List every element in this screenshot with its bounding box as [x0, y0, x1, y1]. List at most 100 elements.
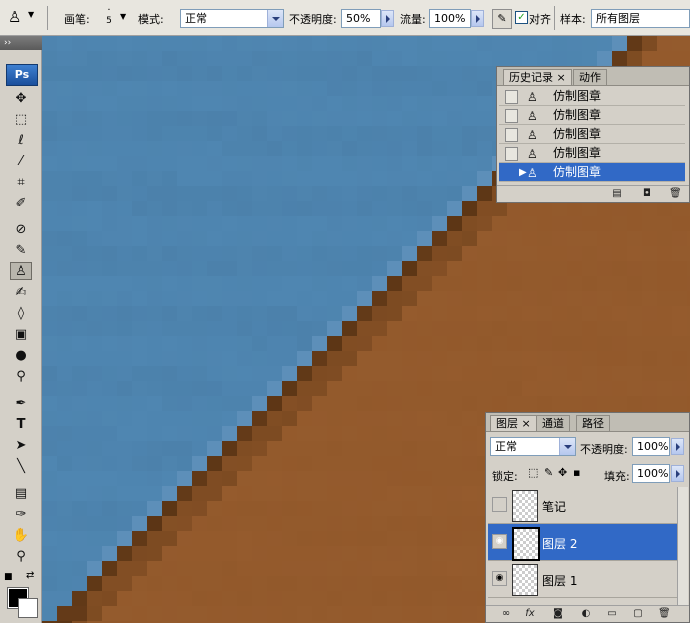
- eye-icon[interactable]: ◉: [492, 534, 507, 549]
- flow-slider-button[interactable]: [471, 10, 484, 27]
- trash-icon[interactable]: 🗑: [669, 188, 682, 199]
- brush-label: 画笔:: [64, 13, 90, 26]
- clone-stamp-icon: ♙: [527, 166, 538, 180]
- close-icon[interactable]: ×: [557, 71, 566, 84]
- magic-wand-tool-icon[interactable]: ⁄: [10, 153, 32, 171]
- layer-opacity-slider-button[interactable]: [671, 438, 684, 455]
- layers-scrollbar[interactable]: [677, 487, 688, 605]
- create-snapshot-icon[interactable]: ◘: [641, 188, 653, 199]
- lock-pixels-icon[interactable]: ✎: [544, 466, 553, 479]
- history-item-label: 仿制图章: [553, 146, 602, 160]
- mode-select[interactable]: 正常: [180, 9, 284, 28]
- brush-tool-icon[interactable]: ✎: [10, 242, 32, 260]
- marquee-tool-icon[interactable]: ⬚: [10, 111, 32, 129]
- blend-mode-select[interactable]: 正常: [490, 437, 576, 456]
- brush-dot-icon: ·: [107, 5, 111, 16]
- tab-history[interactable]: 历史记录 ×: [503, 69, 572, 85]
- mode-dropdown-icon[interactable]: [267, 10, 283, 27]
- eyedropper-tool-icon[interactable]: ✑: [10, 506, 32, 524]
- flow-input[interactable]: 100%: [429, 9, 471, 28]
- layer-row-selected[interactable]: ◉ 图层 2: [488, 524, 677, 561]
- zoom-tool-icon[interactable]: ⚲: [10, 548, 32, 566]
- adjustment-layer-icon[interactable]: ◐: [580, 608, 592, 619]
- preset-dropdown-arrow[interactable]: ▼: [28, 10, 34, 19]
- trash-icon[interactable]: 🗑: [658, 608, 671, 619]
- history-item[interactable]: ♙ 仿制图章: [499, 144, 685, 163]
- notes-tool-icon[interactable]: ▤: [10, 485, 32, 503]
- link-layers-icon[interactable]: ∞: [500, 608, 512, 619]
- slice-tool-icon[interactable]: ✐: [10, 195, 32, 213]
- new-layer-icon[interactable]: ▢: [632, 608, 644, 619]
- layers-panel: 图层 × 通道 路径 正常 不透明度: 100% 锁定: ⬚ ✎ ✥ ▪ 填充:…: [485, 412, 690, 623]
- layer-visibility-toggle[interactable]: [492, 497, 507, 512]
- history-item[interactable]: ♙ 仿制图章: [499, 87, 685, 106]
- clone-stamp-preset-icon[interactable]: ♙: [8, 8, 21, 26]
- history-item-selected[interactable]: ▶ ♙ 仿制图章: [499, 163, 685, 182]
- layer-row[interactable]: ◉ 图层 1: [488, 561, 677, 598]
- flow-label: 流量:: [400, 13, 426, 26]
- default-colors-icon[interactable]: ■: [4, 572, 13, 582]
- fill-slider-button[interactable]: [671, 465, 684, 482]
- brush-picker[interactable]: · 5: [100, 6, 118, 30]
- toolbox-grip[interactable]: ››: [0, 36, 42, 50]
- brush-size: 5: [106, 16, 112, 26]
- history-source-checkbox[interactable]: [505, 90, 518, 104]
- lock-all-icon[interactable]: ▪: [573, 466, 580, 479]
- add-mask-icon[interactable]: ◙: [552, 608, 564, 619]
- type-tool-icon[interactable]: T: [10, 416, 32, 434]
- history-source-checkbox[interactable]: [505, 109, 518, 123]
- layer-opacity-value: 100%: [637, 440, 669, 453]
- blur-tool-icon[interactable]: ●: [10, 347, 32, 365]
- blend-mode-value: 正常: [495, 440, 517, 453]
- history-brush-tool-icon[interactable]: ✍: [10, 284, 32, 302]
- layer-row[interactable]: 笔记: [488, 487, 677, 524]
- move-tool-icon[interactable]: ✥: [10, 90, 32, 108]
- tab-paths[interactable]: 路径: [576, 415, 610, 431]
- history-panel-tabs: 历史记录 × 动作: [497, 67, 689, 86]
- opacity-slider-button[interactable]: [381, 10, 394, 27]
- eye-icon[interactable]: ◉: [492, 571, 507, 586]
- aligned-checkbox[interactable]: ✓: [515, 11, 528, 24]
- history-item[interactable]: ♙ 仿制图章: [499, 125, 685, 144]
- clone-stamp-tool-icon[interactable]: ♙: [10, 262, 32, 280]
- healing-brush-tool-icon[interactable]: ⊘: [10, 221, 32, 239]
- path-selection-tool-icon[interactable]: ➤: [10, 437, 32, 455]
- fill-input[interactable]: 100%: [632, 464, 670, 483]
- blend-mode-dropdown-icon[interactable]: [559, 438, 575, 455]
- new-group-icon[interactable]: ▭: [606, 608, 618, 619]
- history-source-checkbox[interactable]: [505, 147, 518, 161]
- fill-value: 100%: [637, 467, 669, 480]
- layer-style-icon[interactable]: fx: [524, 608, 536, 619]
- swap-colors-icon[interactable]: ⇄: [26, 570, 34, 581]
- clone-stamp-icon: ♙: [527, 147, 538, 161]
- pen-tool-icon[interactable]: ✒: [10, 395, 32, 413]
- background-color-swatch[interactable]: [18, 598, 38, 618]
- dodge-tool-icon[interactable]: ⚲: [10, 368, 32, 386]
- crop-tool-icon[interactable]: ⌗: [10, 174, 32, 192]
- ps-logo[interactable]: Ps: [6, 64, 38, 86]
- tab-channels[interactable]: 通道: [536, 415, 570, 431]
- tab-actions[interactable]: 动作: [573, 69, 607, 85]
- layers-panel-footer: ∞ fx ◙ ◐ ▭ ▢ 🗑: [486, 605, 689, 622]
- fill-label: 填充:: [604, 470, 630, 483]
- close-icon[interactable]: ×: [522, 417, 531, 430]
- brush-picker-arrow[interactable]: ▼: [120, 12, 126, 21]
- lock-position-icon[interactable]: ✥: [558, 466, 567, 479]
- layer-opacity-input[interactable]: 100%: [632, 437, 670, 456]
- new-document-from-state-icon[interactable]: ▤: [611, 188, 623, 199]
- opacity-value: 50%: [346, 12, 371, 25]
- layer-thumbnail: [512, 527, 540, 561]
- opacity-input[interactable]: 50%: [341, 9, 381, 28]
- lock-transparency-icon[interactable]: ⬚: [528, 466, 538, 479]
- airbrush-icon[interactable]: ✎: [492, 9, 512, 29]
- line-tool-icon[interactable]: ╲: [10, 458, 32, 476]
- hand-tool-icon[interactable]: ✋: [10, 527, 32, 545]
- gradient-tool-icon[interactable]: ▣: [10, 326, 32, 344]
- eraser-tool-icon[interactable]: ◊: [10, 305, 32, 323]
- history-source-checkbox[interactable]: [505, 128, 518, 142]
- lasso-tool-icon[interactable]: ℓ: [10, 132, 32, 150]
- sample-select[interactable]: 所有图层: [591, 9, 690, 28]
- options-bar: ♙ ▼ 画笔: · 5 ▼ 模式: 正常 不透明度: 50% 流量: 100% …: [0, 0, 690, 36]
- history-item[interactable]: ♙ 仿制图章: [499, 106, 685, 125]
- tab-layers[interactable]: 图层 ×: [490, 415, 537, 431]
